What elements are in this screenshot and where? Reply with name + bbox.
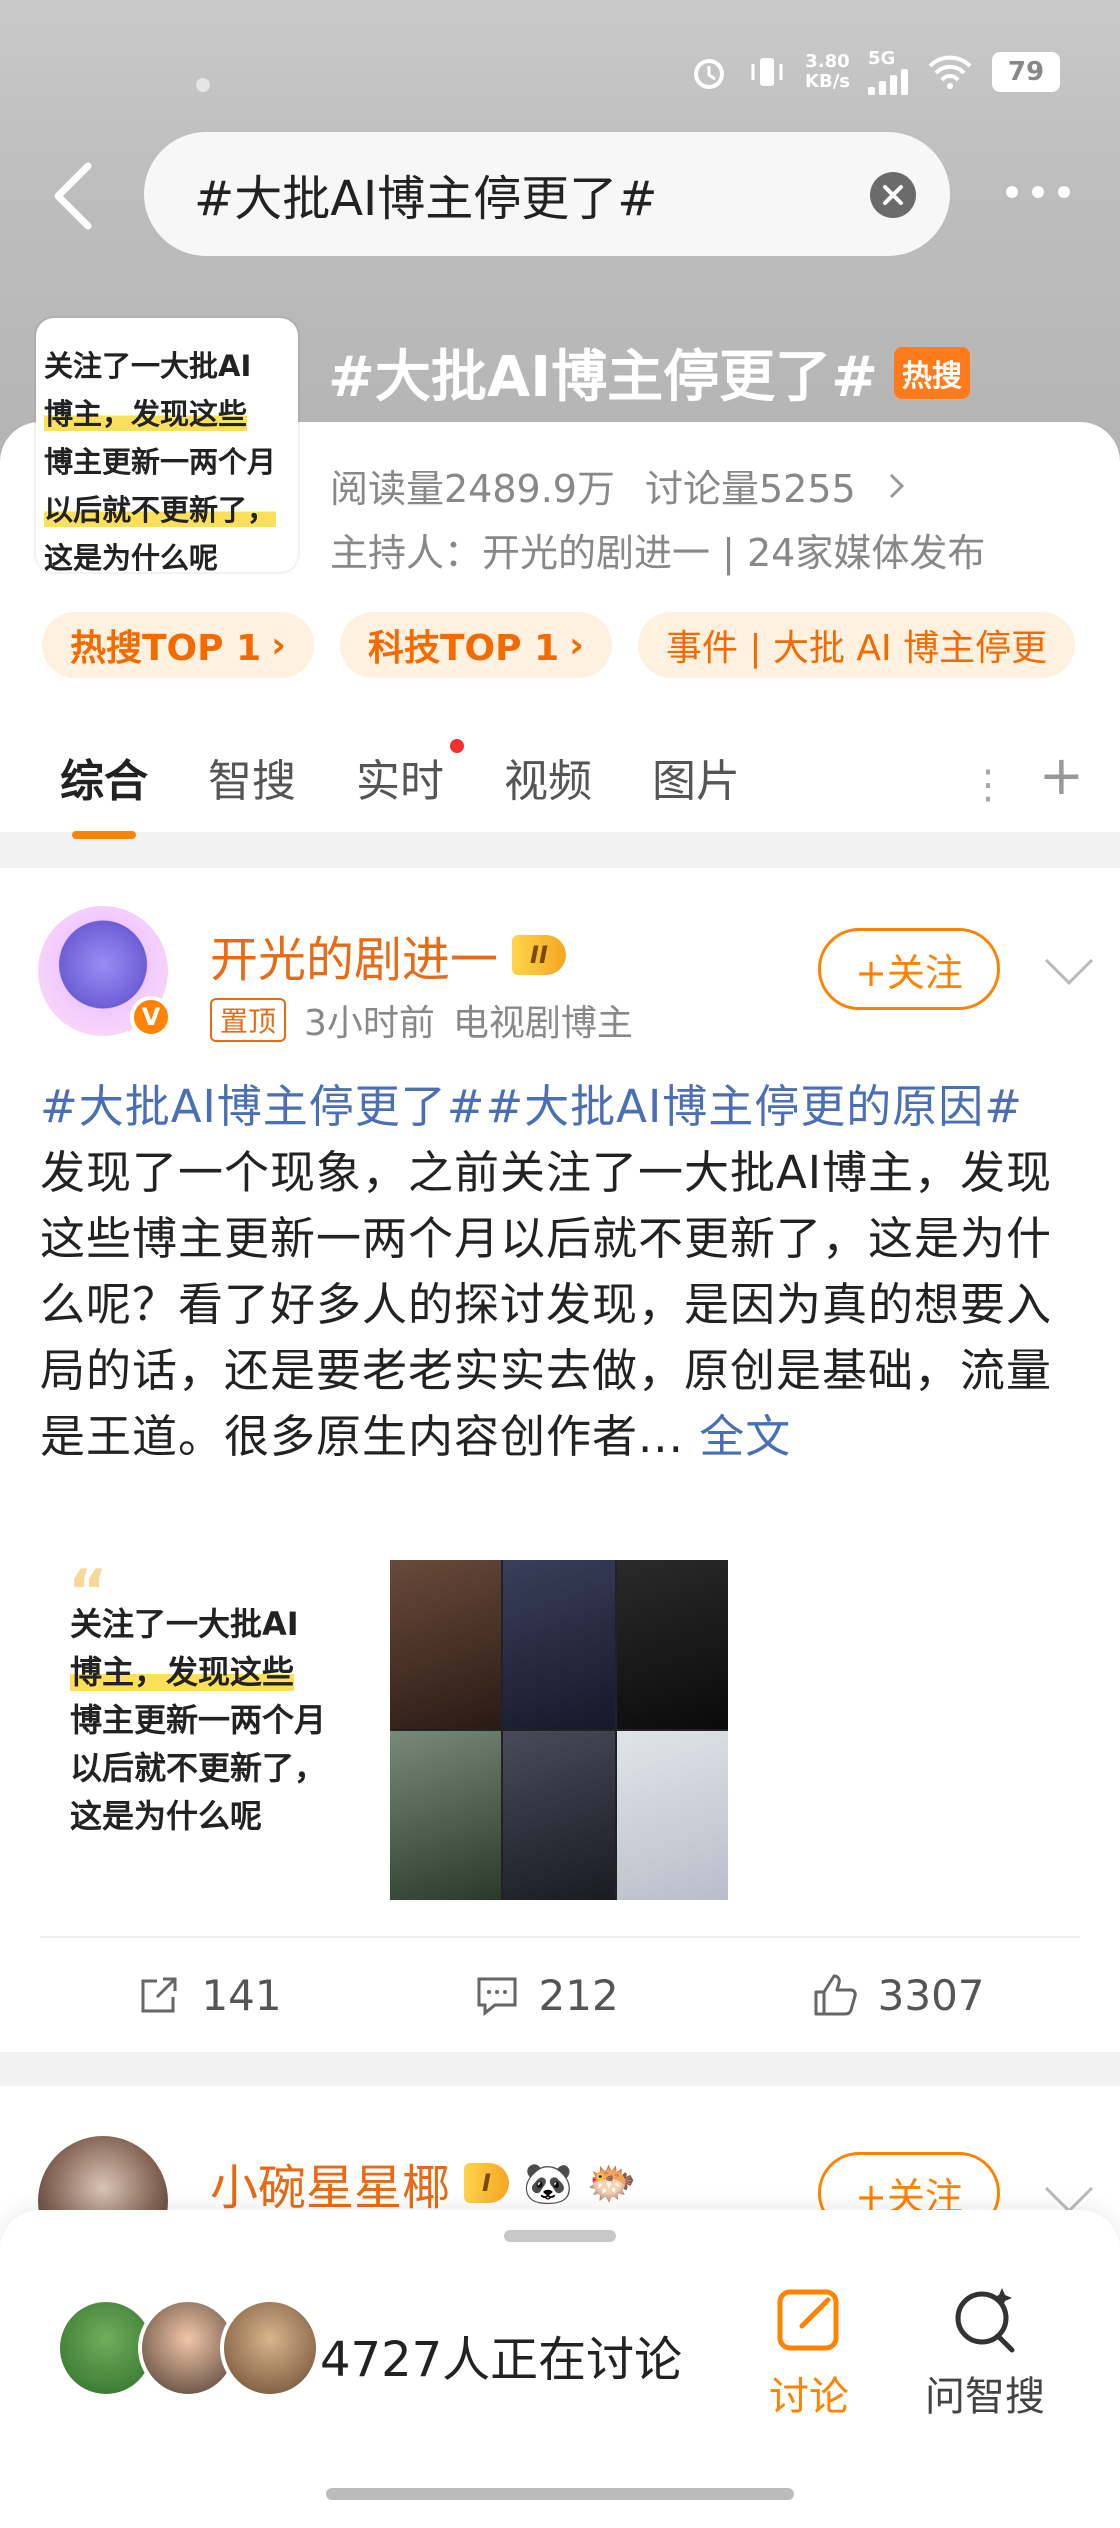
chevron-right-icon <box>889 473 904 498</box>
quote-icon: “ <box>68 1557 108 1627</box>
post-username[interactable]: 小碗星星椰 I 🐼 🐡 <box>210 2148 637 2218</box>
tab-realtime[interactable]: 实时 <box>356 739 464 809</box>
tab-images[interactable]: 图片 <box>652 745 740 809</box>
post-card: V 开光的剧进一 II 置顶 3小时前 电视剧博主 +关注 #大批AI博主停更了… <box>0 868 1120 2052</box>
post-username[interactable]: 开光的剧进一 II <box>210 920 566 990</box>
smart-search-icon <box>955 2288 1015 2353</box>
status-icons: 3.80 KB/s 5G 79 <box>689 48 1060 95</box>
repost-button[interactable]: 141 <box>135 1971 282 2020</box>
back-icon[interactable] <box>44 160 104 232</box>
bottom-discussion-bar: 4727人正在讨论 讨论 问智搜 <box>0 2210 1120 2528</box>
tab-divider: ⋮ <box>968 762 1008 808</box>
home-indicator[interactable] <box>326 2488 794 2500</box>
post-actions: 141 212 3307 <box>40 1936 1080 2052</box>
thumbs-up-icon <box>814 1974 857 2016</box>
drag-handle[interactable] <box>504 2230 616 2242</box>
status-bar: 3.80 KB/s 5G 79 <box>0 0 1120 140</box>
tab-video[interactable]: 视频 <box>504 745 592 809</box>
topic-host: 主持人：开光的剧进一 | 24家媒体发布 <box>330 531 986 575</box>
edit-icon <box>777 2289 839 2351</box>
tab-comprehensive[interactable]: 综合 <box>60 745 148 839</box>
discuss-button[interactable]: 讨论 <box>734 2282 884 2422</box>
share-icon <box>141 1977 177 2013</box>
search-query: #大批AI博主停更了# <box>194 171 658 227</box>
unread-dot <box>450 739 464 753</box>
comment-icon <box>477 1977 517 2017</box>
fish-icon: 🐡 <box>586 2160 637 2207</box>
net-speed: 3.80 KB/s <box>805 50 850 92</box>
discussing-count: 4727人正在讨论 <box>320 2332 683 2388</box>
ask-smart-search-button[interactable]: 问智搜 <box>910 2282 1060 2422</box>
tab-bar: 综合 智搜 实时 视频 图片 ⋮ + <box>0 722 1120 839</box>
like-button[interactable]: 3307 <box>810 1970 985 2020</box>
topic-thumbnail[interactable]: 关注了一大批AI 博主，发现这些 博主更新一两个月 以后就不更新了， 这是为什么… <box>36 318 298 575</box>
panda-icon: 🐼 <box>522 2160 573 2207</box>
wifi-icon <box>928 55 972 89</box>
level-badge: I <box>464 2163 509 2203</box>
search-input[interactable]: #大批AI博主停更了# <box>144 132 950 256</box>
alarm-icon <box>694 58 725 89</box>
tab-smart-search[interactable]: 智搜 <box>208 745 296 809</box>
topic-title: #大批AI博主停更了# 热搜 <box>328 332 971 413</box>
avatar[interactable]: V <box>38 906 172 1038</box>
post-text[interactable]: #大批AI博主停更了##大批AI博主停更的原因# 发现了一个现象，之前关注了一大… <box>40 1074 1080 1470</box>
topic-stats[interactable]: 阅读量2489.9万 讨论量5255 <box>330 458 908 513</box>
more-icon[interactable] <box>1006 186 1070 198</box>
post-image-collage[interactable] <box>390 1560 728 1900</box>
clear-icon[interactable] <box>870 172 916 218</box>
avatar <box>220 2298 320 2398</box>
add-tab-icon[interactable]: + <box>1039 744 1084 807</box>
battery-indicator: 79 <box>992 51 1060 92</box>
post-image[interactable]: “ 关注了一大批AI 博主，发现这些 博主更新一两个月 以后就不更新了， 这是为… <box>40 1560 362 1900</box>
chevron-down-icon[interactable] <box>1044 936 1094 986</box>
hot-badge: 热搜 <box>894 346 971 399</box>
chevron-down-icon[interactable] <box>1044 2164 1094 2214</box>
chip-tech[interactable]: 科技TOP 1 › <box>339 612 612 678</box>
signal: 5G <box>868 48 908 95</box>
discussant-avatars <box>56 2298 320 2398</box>
verified-icon: V <box>130 996 172 1038</box>
topic-chips: 热搜TOP 1 › 科技TOP 1 › 事件 | 大批 AI 博主停更 <box>42 612 1076 678</box>
comment-button[interactable]: 212 <box>473 1971 619 2020</box>
follow-button[interactable]: +关注 <box>818 928 1000 1010</box>
vibrate-icon <box>751 57 783 86</box>
pinned-badge: 置顶 <box>210 998 287 1042</box>
post-hashtags[interactable]: #大批AI博主停更了##大批AI博主停更的原因# <box>40 1080 1023 1133</box>
level-badge: II <box>512 935 566 975</box>
chip-hot-search[interactable]: 热搜TOP 1 › <box>42 612 314 678</box>
post-meta: 置顶 3小时前 电视剧博主 <box>210 994 633 1046</box>
chip-event[interactable]: 事件 | 大批 AI 博主停更 <box>637 612 1076 678</box>
full-text-link[interactable]: 全文 <box>699 1410 791 1463</box>
notification-dot <box>196 78 210 92</box>
